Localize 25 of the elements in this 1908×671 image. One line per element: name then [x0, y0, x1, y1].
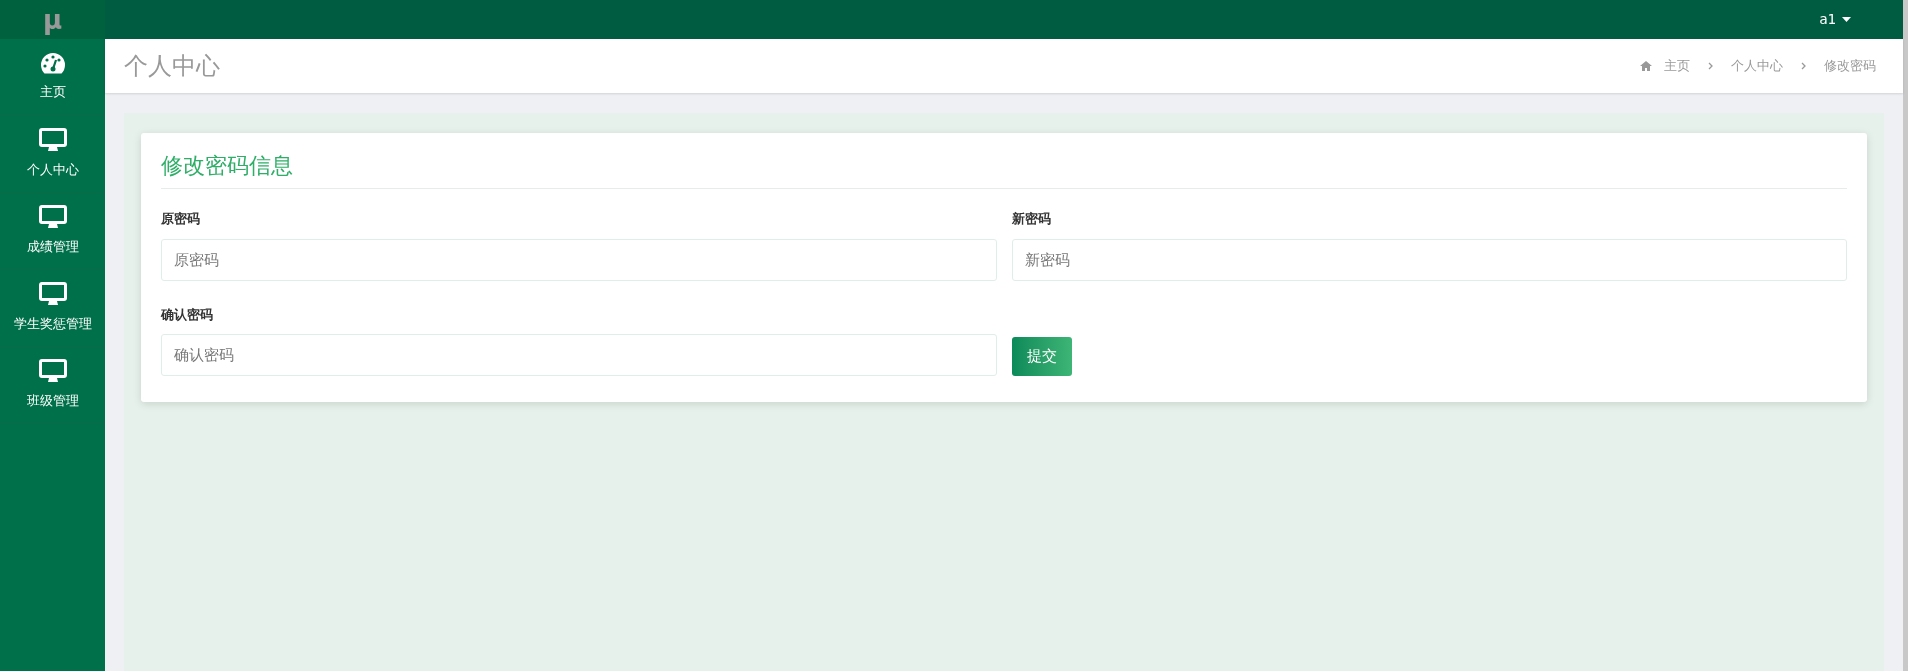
caret-icon: [1842, 17, 1851, 22]
home-icon: [1640, 61, 1652, 71]
logo: μ: [42, 6, 63, 33]
password-input[interactable]: 新密码: [1011, 238, 1847, 281]
form-title: 修改密码信息: [161, 149, 1847, 189]
password-input[interactable]: 确认密码: [161, 334, 997, 376]
monitor-icon: [38, 128, 67, 153]
sidebar-item[interactable]: 班级管理: [0, 347, 105, 424]
monitor-icon: [38, 282, 67, 307]
field-label: 新密码: [1011, 210, 1052, 228]
gauge-icon: [38, 52, 67, 75]
password-input[interactable]: 原密码: [161, 238, 997, 281]
submit-button[interactable]: 提交: [1011, 337, 1072, 376]
chevron-icon: [1801, 62, 1806, 70]
field-label: 确认密码: [161, 305, 214, 324]
sidebar-item[interactable]: 学生奖惩管理: [0, 270, 105, 347]
sidebar-item[interactable]: 成绩管理: [0, 193, 105, 270]
chevron-icon: [1708, 62, 1713, 70]
sidebar-item[interactable]: 个人中心: [0, 116, 105, 193]
field-label: 原密码: [161, 210, 201, 228]
monitor-icon: [38, 205, 67, 230]
sidebar-item[interactable]: 主页: [0, 39, 105, 116]
page-title: 个人中心: [124, 51, 220, 82]
user-menu[interactable]: a1: [1819, 9, 1851, 30]
monitor-icon: [38, 359, 67, 384]
